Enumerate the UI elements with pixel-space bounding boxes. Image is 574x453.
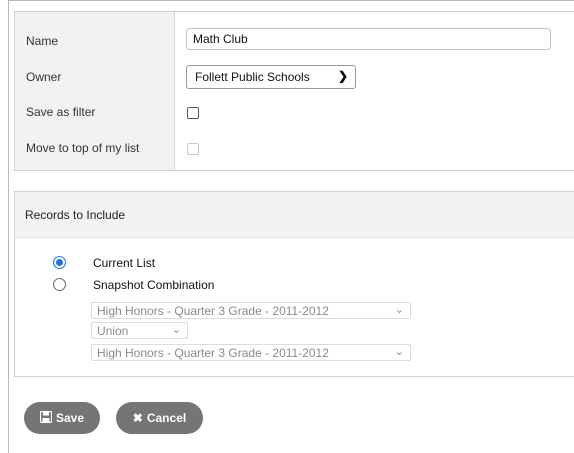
owner-select[interactable]: Follett Public Schools ❯	[186, 65, 356, 89]
operation-select: Union ⌄	[91, 322, 188, 339]
chevron-down-icon: ❯	[337, 69, 348, 83]
operation-value: Union	[97, 324, 129, 338]
snapshot-combination-label: Snapshot Combination	[93, 278, 215, 292]
save-as-filter-label: Save as filter	[26, 105, 96, 119]
move-to-top-checkbox	[187, 143, 199, 155]
snapshot-combination-radio[interactable]	[53, 278, 66, 291]
snapshot-second-select: High Honors - Quarter 3 Grade - 2011-201…	[91, 344, 411, 361]
snapshot-first-value: High Honors - Quarter 3 Grade - 2011-201…	[97, 304, 329, 318]
name-label: Name	[26, 34, 59, 48]
current-list-label: Current List	[93, 256, 156, 270]
cancel-button-label: Cancel	[146, 411, 187, 425]
properties-section: Name Owner Follett Public Schools ❯ Save…	[14, 11, 574, 171]
x-icon: ✖	[132, 411, 143, 425]
records-header: Records to Include	[15, 192, 574, 238]
name-input[interactable]	[186, 28, 551, 50]
chevron-down-icon: ⌄	[394, 346, 404, 358]
save-button[interactable]: Save	[24, 402, 100, 434]
owner-select-value: Follett Public Schools	[195, 70, 310, 84]
chevron-down-icon: ⌄	[394, 304, 404, 316]
chevron-down-icon: ⌄	[171, 324, 181, 336]
move-to-top-label: Move to top of my list	[26, 141, 140, 155]
snapshot-second-value: High Honors - Quarter 3 Grade - 2011-201…	[97, 346, 329, 360]
records-header-title: Records to Include	[25, 208, 126, 222]
records-section: Records to Include Current List Snapshot…	[14, 191, 574, 377]
save-as-filter-checkbox[interactable]	[187, 107, 199, 119]
snapshot-first-select: High Honors - Quarter 3 Grade - 2011-201…	[91, 302, 411, 319]
cancel-button[interactable]: ✖ Cancel	[116, 402, 203, 434]
save-button-label: Save	[55, 411, 85, 425]
floppy-disk-icon	[39, 410, 53, 426]
current-list-radio[interactable]	[53, 256, 66, 269]
owner-label: Owner	[26, 70, 62, 84]
